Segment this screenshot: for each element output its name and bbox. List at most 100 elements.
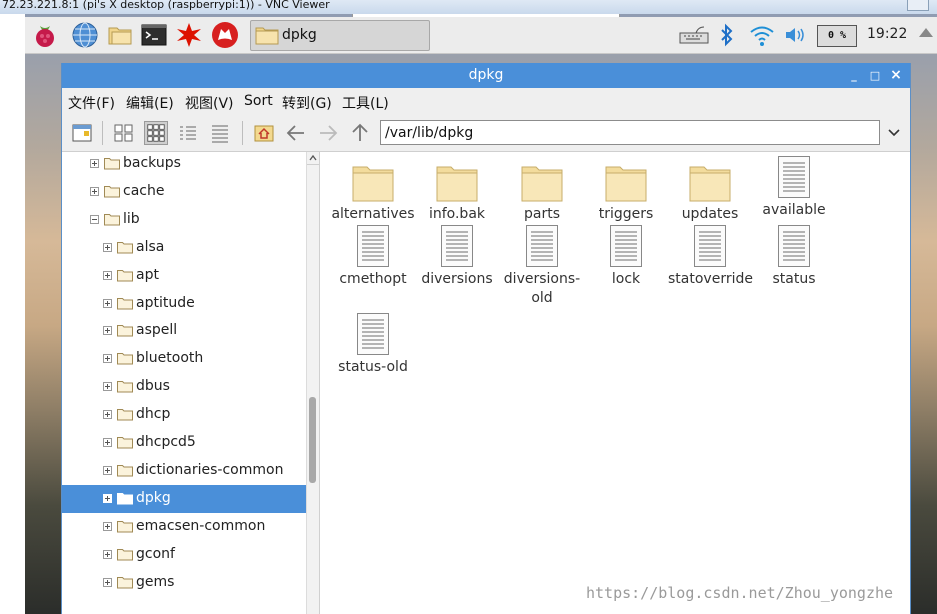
tree-item-dhcp[interactable]: dhcp <box>62 401 306 429</box>
expand-icon[interactable] <box>90 186 99 196</box>
tree-item-emacsen-common[interactable]: emacsen-common <box>62 513 306 541</box>
window-titlebar[interactable]: dpkg <box>62 63 910 88</box>
expand-icon[interactable] <box>103 270 112 280</box>
wifi-icon[interactable] <box>749 23 775 47</box>
folder-icon <box>117 241 133 254</box>
expand-icon[interactable] <box>103 577 112 587</box>
keyboard-icon[interactable] <box>678 23 710 47</box>
tree-item-cache[interactable]: cache <box>62 178 306 206</box>
item-label: parts <box>523 206 560 222</box>
eject-icon[interactable] <box>916 23 936 47</box>
menu-edit[interactable]: 编辑(E) <box>126 93 174 113</box>
tree-item-gems[interactable]: gems <box>62 569 306 597</box>
item-label: triggers <box>598 206 654 222</box>
mathematica-icon[interactable] <box>175 21 203 49</box>
clock[interactable]: 19:22 <box>867 26 907 42</box>
folder-icon <box>605 166 647 202</box>
tree-item-dictionaries-common[interactable]: dictionaries-common <box>62 457 306 485</box>
folder-item-updates[interactable]: updates <box>668 161 752 224</box>
new-window-icon[interactable] <box>70 121 94 145</box>
tree-item-lib[interactable]: lib <box>62 206 306 234</box>
expand-icon[interactable] <box>103 438 112 447</box>
thumbnail-view-icon[interactable] <box>144 121 168 145</box>
folder-icon <box>117 548 133 561</box>
text-file-icon <box>441 225 473 267</box>
tree-scrollbar[interactable] <box>306 152 320 614</box>
folder-item-parts[interactable]: parts <box>500 161 584 224</box>
folder-item-info.bak[interactable]: info.bak <box>415 161 499 224</box>
collapse-icon[interactable] <box>90 214 99 224</box>
tree-item-alsa[interactable]: alsa <box>62 234 306 262</box>
expand-icon[interactable] <box>103 382 112 392</box>
directory-tree[interactable]: backups cache lib alsa apt aptitude aspell blue… <box>62 152 306 614</box>
folder-icon <box>117 353 133 365</box>
tree-item-dhcpcd5[interactable]: dhcpcd5 <box>62 429 306 457</box>
watermark: https://blog.csdn.net/Zhou_yongzhe <box>586 584 894 602</box>
expand-icon[interactable] <box>103 549 112 559</box>
folder-icon <box>436 166 478 202</box>
file-item-cmethopt[interactable]: cmethopt <box>331 224 415 289</box>
raspberry-menu-icon[interactable] <box>31 21 59 49</box>
menu-view[interactable]: 视图(V) <box>185 93 234 113</box>
file-item-diversions[interactable]: diversions <box>415 224 499 289</box>
expand-icon[interactable] <box>90 159 99 168</box>
tree-item-dbus[interactable]: dbus <box>62 373 306 401</box>
tree-item-bluetooth[interactable]: bluetooth <box>62 345 306 373</box>
bluetooth-icon[interactable] <box>718 23 736 47</box>
back-arrow-icon[interactable] <box>284 121 308 145</box>
menu-sort[interactable]: Sort <box>244 93 273 109</box>
expand-icon[interactable] <box>103 326 112 336</box>
vnc-restore-button[interactable] <box>907 0 929 11</box>
tree-item-gconf[interactable]: gconf <box>62 541 306 569</box>
file-item-lock[interactable]: lock <box>584 224 668 289</box>
scroll-thumb[interactable] <box>309 397 316 483</box>
folder-icon <box>117 437 133 449</box>
file-item-status-old[interactable]: status-old <box>331 312 415 377</box>
menu-tools[interactable]: 工具(L) <box>342 93 389 113</box>
up-arrow-icon[interactable] <box>348 121 372 145</box>
scroll-up-arrow-icon[interactable] <box>307 152 319 165</box>
wolfram-icon[interactable] <box>211 21 239 49</box>
file-manager-icon[interactable] <box>106 21 134 49</box>
menu-file[interactable]: 文件(F) <box>68 93 115 113</box>
icon-view-icon[interactable] <box>112 121 136 145</box>
expand-icon[interactable] <box>103 298 112 308</box>
detailed-list-view-icon[interactable] <box>208 121 232 145</box>
tree-item-aptitude[interactable]: aptitude <box>62 290 306 318</box>
tree-item-backups[interactable]: backups <box>62 152 306 178</box>
text-file-icon <box>610 225 642 267</box>
tree-item-apt[interactable]: apt <box>62 262 306 290</box>
file-icon-view[interactable]: alternatives info.bak parts triggers updates… <box>320 152 910 614</box>
path-input[interactable] <box>380 120 880 145</box>
expand-icon[interactable] <box>103 521 112 531</box>
terminal-icon[interactable] <box>140 21 168 49</box>
file-item-statoverride[interactable]: statoverride <box>668 224 753 289</box>
expand-icon[interactable] <box>103 410 112 420</box>
file-item-status[interactable]: status <box>752 224 836 289</box>
expand-icon[interactable] <box>103 242 112 252</box>
menubar: 文件(F) 编辑(E) 视图(V) Sort 转到(G) 工具(L) <box>62 88 910 115</box>
menu-go[interactable]: 转到(G) <box>282 93 332 113</box>
file-item-available[interactable]: available <box>752 155 836 220</box>
close-button[interactable]: × <box>889 63 903 88</box>
file-item-diversions-old[interactable]: diversions-old <box>500 224 584 308</box>
expand-icon[interactable] <box>103 354 112 364</box>
folder-item-triggers[interactable]: triggers <box>584 161 668 224</box>
home-icon[interactable] <box>252 121 276 145</box>
text-file-icon <box>357 225 389 267</box>
forward-arrow-icon[interactable] <box>316 121 340 145</box>
chevron-down-icon[interactable] <box>886 123 902 141</box>
expand-icon[interactable] <box>103 493 112 503</box>
text-file-icon <box>526 225 558 267</box>
expand-icon[interactable] <box>103 465 112 475</box>
tree-item-dpkg[interactable]: dpkg <box>62 484 306 513</box>
volume-icon[interactable] <box>783 23 807 47</box>
taskbar-window-dpkg[interactable]: dpkg <box>250 20 430 51</box>
web-browser-icon[interactable] <box>71 21 99 49</box>
cpu-monitor[interactable]: 0 % <box>817 25 857 47</box>
tree-item-aspell[interactable]: aspell <box>62 317 306 345</box>
minimize-button[interactable]: _ <box>847 63 861 88</box>
compact-view-icon[interactable] <box>176 121 200 145</box>
folder-item-alternatives[interactable]: alternatives <box>331 161 415 224</box>
maximize-button[interactable]: □ <box>868 63 882 88</box>
